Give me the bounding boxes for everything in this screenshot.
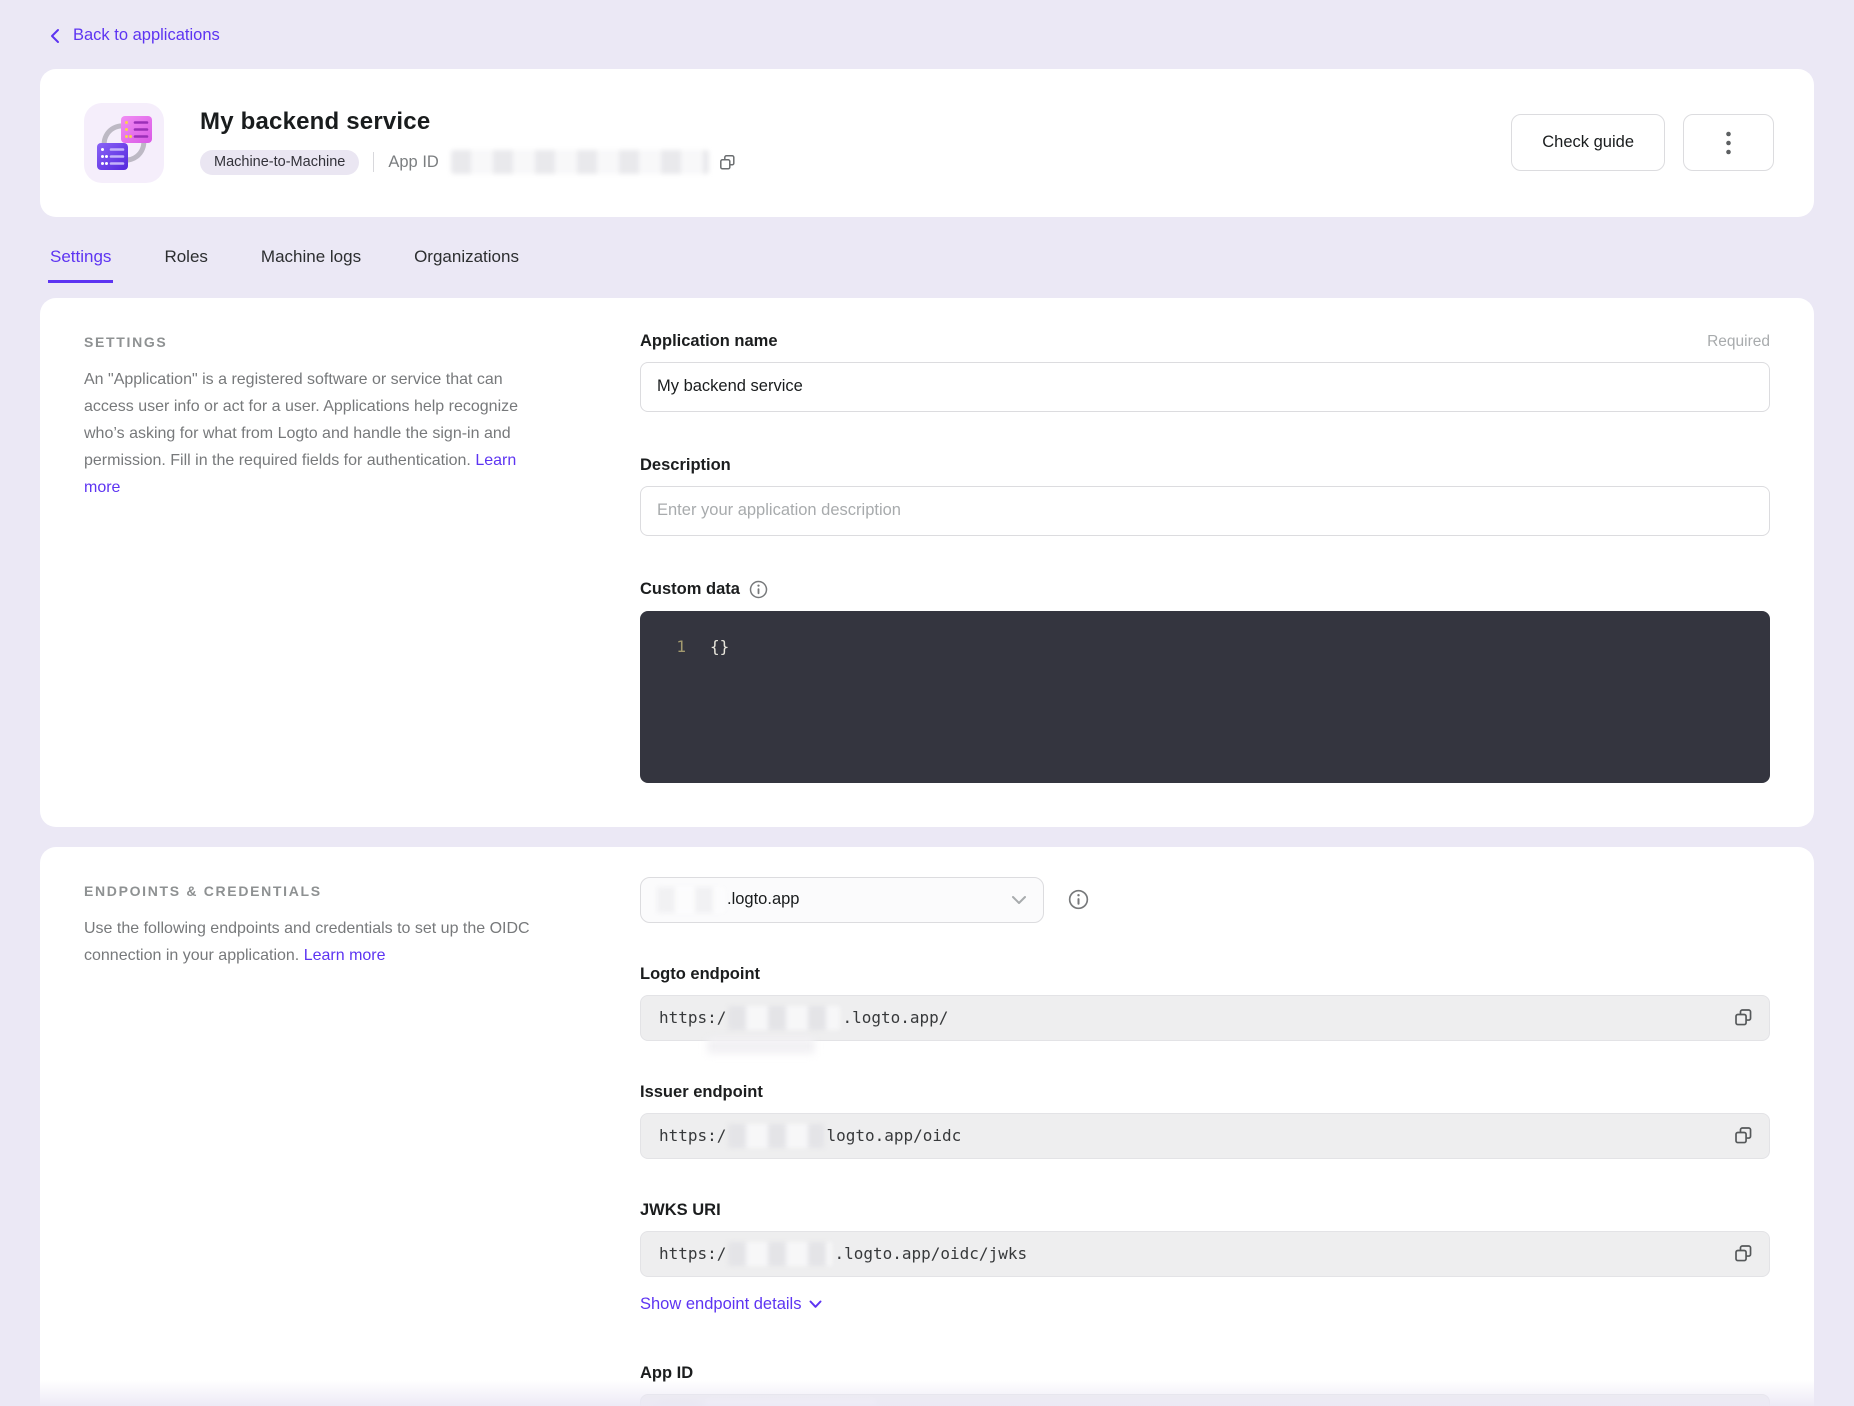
settings-description-text: An "Application" is a registered softwar… bbox=[84, 371, 518, 469]
application-name-input[interactable] bbox=[640, 362, 1770, 412]
copy-app-id-button[interactable] bbox=[717, 152, 738, 173]
endpoints-section-card: ENDPOINTS & CREDENTIALS Use the followin… bbox=[40, 847, 1814, 1406]
tab-roles[interactable]: Roles bbox=[162, 247, 209, 280]
application-name-label-row: Application name Required bbox=[640, 328, 1770, 351]
domain-select[interactable]: .logto.app bbox=[640, 877, 1044, 923]
application-name-row: Application name Required bbox=[640, 328, 1770, 412]
topbar: Back to applications bbox=[0, 0, 1854, 69]
header-actions: Check guide bbox=[1511, 114, 1774, 171]
endpoints-section-heading: ENDPOINTS & CREDENTIALS bbox=[84, 877, 556, 899]
app-id-field bbox=[640, 1394, 1770, 1406]
custom-data-code-editor[interactable]: 1 {} bbox=[640, 611, 1770, 783]
required-tag: Required bbox=[1707, 333, 1770, 351]
custom-data-label: Custom data bbox=[640, 580, 768, 599]
logto-endpoint-redacted bbox=[728, 1006, 840, 1030]
endpoints-section-intro: ENDPOINTS & CREDENTIALS Use the followin… bbox=[84, 877, 640, 1406]
issuer-endpoint-redacted bbox=[728, 1124, 824, 1148]
tab-settings[interactable]: Settings bbox=[48, 247, 113, 280]
app-meta-row: Machine-to-Machine App ID bbox=[200, 147, 738, 177]
chevron-down-icon bbox=[809, 1300, 822, 1309]
settings-section-intro: SETTINGS An "Application" is a registere… bbox=[84, 328, 640, 783]
copy-icon bbox=[1734, 1008, 1753, 1027]
redaction-overflow bbox=[707, 1038, 815, 1054]
logto-endpoint-label-row: Logto endpoint bbox=[640, 961, 1770, 984]
custom-data-row: Custom data 1 {} bbox=[640, 576, 1770, 783]
custom-data-label-text: Custom data bbox=[640, 580, 740, 599]
settings-form: Application name Required Description Cu… bbox=[640, 328, 1770, 783]
app-id-field-label-row: App ID bbox=[640, 1360, 1770, 1383]
copy-issuer-endpoint-button[interactable] bbox=[1732, 1124, 1755, 1147]
logto-endpoint-label: Logto endpoint bbox=[640, 965, 760, 984]
logto-endpoint-field: https:/ .logto.app/ bbox=[640, 995, 1770, 1041]
issuer-endpoint-prefix: https:/ bbox=[659, 1126, 726, 1145]
endpoints-form: .logto.app Logto endpoint bbox=[640, 877, 1770, 1406]
issuer-endpoint-label-row: Issuer endpoint bbox=[640, 1079, 1770, 1102]
issuer-endpoint-suffix: logto.app/oidc bbox=[826, 1126, 961, 1145]
tab-machine-logs[interactable]: Machine logs bbox=[259, 247, 363, 280]
application-name-label: Application name bbox=[640, 332, 778, 351]
code-line: 1 {} bbox=[640, 635, 1770, 659]
line-number: 1 bbox=[640, 635, 686, 659]
jwks-uri-redacted bbox=[728, 1242, 832, 1266]
chevron-left-icon bbox=[48, 28, 62, 44]
description-label: Description bbox=[640, 456, 731, 475]
back-link-label: Back to applications bbox=[73, 26, 220, 45]
settings-section-heading: SETTINGS bbox=[84, 328, 556, 350]
description-label-row: Description bbox=[640, 452, 1770, 475]
copy-icon bbox=[1734, 1244, 1753, 1263]
app-id-field-label: App ID bbox=[640, 1364, 693, 1383]
logto-endpoint-suffix: .logto.app/ bbox=[842, 1008, 948, 1027]
app-id-redacted-block bbox=[705, 1401, 877, 1406]
issuer-endpoint-label: Issuer endpoint bbox=[640, 1083, 763, 1102]
jwks-uri-suffix: .logto.app/oidc/jwks bbox=[834, 1244, 1027, 1263]
description-row: Description bbox=[640, 452, 1770, 536]
issuer-endpoint-field: https:/ logto.app/oidc bbox=[640, 1113, 1770, 1159]
description-input[interactable] bbox=[640, 486, 1770, 536]
jwks-uri-field: https:/ .logto.app/oidc/jwks bbox=[640, 1231, 1770, 1277]
jwks-uri-label: JWKS URI bbox=[640, 1201, 721, 1220]
app-id-redacted-value bbox=[451, 150, 709, 174]
settings-section-card: SETTINGS An "Application" is a registere… bbox=[40, 298, 1814, 827]
machine-to-machine-app-icon bbox=[84, 103, 164, 183]
tab-organizations[interactable]: Organizations bbox=[412, 247, 521, 280]
check-guide-button[interactable]: Check guide bbox=[1511, 114, 1665, 171]
show-endpoint-details-label: Show endpoint details bbox=[640, 1295, 801, 1314]
app-id-label: App ID bbox=[388, 153, 438, 172]
logto-endpoint-prefix: https:/ bbox=[659, 1008, 726, 1027]
copy-jwks-uri-button[interactable] bbox=[1732, 1242, 1755, 1265]
custom-data-label-row: Custom data bbox=[640, 576, 1770, 599]
domain-redacted-prefix bbox=[657, 887, 725, 913]
meta-divider bbox=[373, 152, 374, 172]
code-content: {} bbox=[686, 635, 729, 659]
jwks-uri-label-row: JWKS URI bbox=[640, 1197, 1770, 1220]
application-details-page: Back to applications bbox=[0, 0, 1854, 1406]
chevron-down-icon bbox=[1011, 895, 1027, 905]
copy-logto-endpoint-button[interactable] bbox=[1732, 1006, 1755, 1029]
more-actions-button[interactable] bbox=[1683, 114, 1774, 171]
app-type-badge: Machine-to-Machine bbox=[200, 150, 359, 175]
back-to-applications-link[interactable]: Back to applications bbox=[48, 26, 220, 45]
jwks-uri-prefix: https:/ bbox=[659, 1244, 726, 1263]
app-header-card: My backend service Machine-to-Machine Ap… bbox=[40, 69, 1814, 217]
endpoints-section-description: Use the following endpoints and credenti… bbox=[84, 915, 556, 969]
endpoints-learn-more-link[interactable]: Learn more bbox=[304, 947, 386, 964]
tab-bar: Settings Roles Machine logs Organization… bbox=[40, 247, 1814, 280]
domain-select-value: .logto.app bbox=[727, 890, 799, 909]
show-endpoint-details-link[interactable]: Show endpoint details bbox=[640, 1295, 822, 1314]
info-icon[interactable] bbox=[749, 580, 768, 599]
domain-info-icon[interactable] bbox=[1068, 889, 1089, 910]
copy-icon bbox=[1734, 1126, 1753, 1145]
domain-row: .logto.app bbox=[640, 877, 1770, 923]
app-title: My backend service bbox=[200, 108, 738, 136]
app-header-info: My backend service Machine-to-Machine Ap… bbox=[200, 108, 738, 177]
kebab-menu-icon bbox=[1726, 131, 1731, 155]
app-id-redacted-block bbox=[659, 1402, 697, 1406]
copy-icon bbox=[719, 154, 736, 171]
settings-section-description: An "Application" is a registered softwar… bbox=[84, 366, 556, 501]
